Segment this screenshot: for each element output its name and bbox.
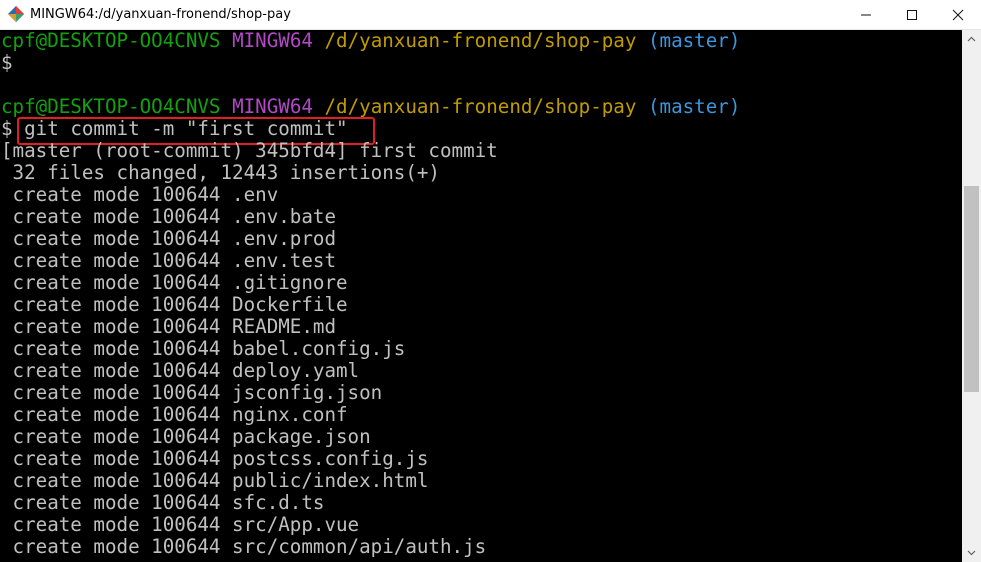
output-line: [master (root-commit) 345bfd4] first com… [1, 139, 498, 162]
command-line: $ [1, 52, 13, 74]
output-line: create mode 100644 public/index.html [1, 469, 429, 492]
output-line: create mode 100644 Dockerfile [1, 293, 348, 316]
prompt-branch: (master) [647, 95, 741, 118]
output-line: create mode 100644 README.md [1, 315, 337, 338]
output-line: create mode 100644 jsconfig.json [1, 381, 383, 404]
prompt-path: /d/yanxuan-fronend/shop-pay [324, 95, 637, 118]
output-line: create mode 100644 nginx.conf [1, 403, 348, 426]
terminal-output[interactable]: cpf@DESKTOP-OO4CNVS MINGW64 /d/yanxuan-f… [0, 30, 962, 562]
output-line: create mode 100644 .env.prod [1, 227, 337, 250]
chevron-down-icon [967, 550, 976, 556]
output-line: create mode 100644 package.json [1, 425, 371, 448]
maximize-button[interactable] [889, 0, 935, 29]
output-line: create mode 100644 .gitignore [1, 271, 348, 294]
prompt-path: /d/yanxuan-fronend/shop-pay [324, 30, 637, 52]
close-icon [952, 9, 964, 20]
prompt-line: cpf@DESKTOP-OO4CNVS MINGW64 /d/yanxuan-f… [1, 96, 740, 118]
output-line: create mode 100644 postcss.config.js [1, 447, 429, 470]
output-line: 32 files changed, 12443 insertions(+) [1, 161, 440, 184]
scroll-up-button[interactable] [962, 30, 981, 48]
window-title: MINGW64:/d/yanxuan-fronend/shop-pay [30, 7, 291, 22]
prompt-system: MINGW64 [232, 30, 313, 52]
maximize-icon [907, 9, 917, 20]
mingw-diamond-icon [8, 6, 24, 22]
output-line: create mode 100644 src/App.vue [1, 513, 360, 536]
prompt-system: MINGW64 [232, 95, 313, 118]
scroll-thumb[interactable] [964, 186, 979, 392]
output-line: create mode 100644 babel.config.js [1, 337, 406, 360]
output-line: create mode 100644 .env [1, 183, 279, 206]
prompt-user-host: cpf@DESKTOP-OO4CNVS [1, 95, 221, 118]
output-line: create mode 100644 sfc.d.ts [1, 491, 325, 514]
output-line: create mode 100644 deploy.yaml [1, 359, 360, 382]
chevron-up-icon [967, 36, 976, 42]
title-bar[interactable]: MINGW64:/d/yanxuan-fronend/shop-pay [0, 0, 981, 30]
prompt-symbol: $ [1, 117, 13, 140]
output-line: create mode 100644 .env.test [1, 249, 337, 272]
scroll-down-button[interactable] [962, 544, 981, 562]
prompt-branch: (master) [647, 30, 741, 52]
close-button[interactable] [935, 0, 981, 29]
minimize-button[interactable] [843, 0, 889, 29]
prompt-symbol: $ [1, 51, 13, 74]
terminal-window: MINGW64:/d/yanxuan-fronend/shop-pay cpf@… [0, 0, 981, 562]
prompt-user-host: cpf@DESKTOP-OO4CNVS [1, 30, 221, 52]
output-line: create mode 100644 src/common/api/auth.j… [1, 535, 487, 558]
minimize-icon [861, 14, 871, 15]
output-line: create mode 100644 .env.bate [1, 205, 337, 228]
prompt-line: cpf@DESKTOP-OO4CNVS MINGW64 /d/yanxuan-f… [1, 30, 740, 52]
vertical-scrollbar[interactable] [962, 30, 981, 562]
